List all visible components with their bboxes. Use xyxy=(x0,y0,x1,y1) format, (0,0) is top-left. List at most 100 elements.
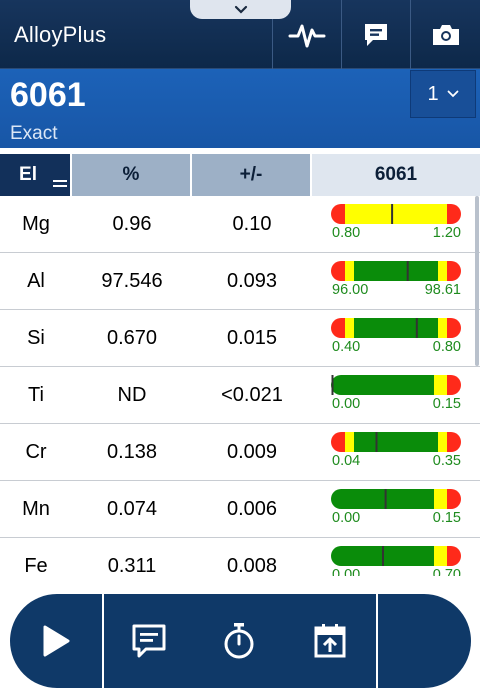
element-error: 0.015 xyxy=(226,326,278,349)
table-row[interactable]: Cr 0.138 0.009 0.04 0.35 xyxy=(0,424,480,481)
gauge-high-yellow xyxy=(434,375,447,395)
gauge-in-spec xyxy=(354,432,438,452)
element-percent: 0.96 xyxy=(112,212,152,235)
element-error: 0.093 xyxy=(226,269,278,292)
alloy-match-banner: 6061 Exact 1 xyxy=(0,69,480,148)
spectrum-icon xyxy=(288,24,325,47)
gauge-high-red xyxy=(447,489,461,509)
sort-menu-icon[interactable] xyxy=(53,180,67,190)
column-header-percent: % xyxy=(122,164,140,185)
element-symbol: Si xyxy=(27,326,45,349)
expand-chevron-icon xyxy=(234,5,247,14)
element-error: 0.006 xyxy=(226,497,278,520)
spec-min-label: 96.00 xyxy=(332,282,369,298)
table-row[interactable]: Si 0.670 0.015 0.40 0.80 xyxy=(0,310,480,367)
spec-range-gauge xyxy=(331,318,461,338)
spec-max-label: 1.20 xyxy=(432,225,461,241)
gauge-high-red xyxy=(447,204,461,224)
element-percent: ND xyxy=(117,383,147,406)
spec-min-label: 0.00 xyxy=(332,396,361,412)
gauge-low-yellow xyxy=(345,261,354,281)
spec-min-label: 0.04 xyxy=(332,453,361,469)
element-symbol: Ti xyxy=(28,383,44,406)
element-symbol: Fe xyxy=(24,554,48,577)
table-row[interactable]: Fe 0.311 0.008 0.00 0.70 xyxy=(0,538,480,576)
message-icon xyxy=(364,23,387,46)
element-percent: 0.074 xyxy=(106,497,158,520)
spec-min-label: 0.00 xyxy=(332,567,361,576)
camera-button[interactable] xyxy=(410,0,480,69)
gauge-in-spec xyxy=(331,375,434,395)
table-header: El % +/- 6061 xyxy=(0,154,480,196)
match-selector[interactable]: 1 xyxy=(410,70,476,118)
element-symbol: Al xyxy=(27,269,45,292)
gauge-in-spec xyxy=(354,318,438,338)
element-percent: 0.138 xyxy=(106,440,158,463)
gauge-high-yellow xyxy=(438,318,447,338)
gauge-low-red xyxy=(331,318,345,338)
element-percent: 0.311 xyxy=(107,554,157,577)
element-symbol: Cr xyxy=(25,440,47,463)
spec-range-gauge xyxy=(331,546,461,566)
element-percent: 97.546 xyxy=(101,269,163,292)
element-error: 0.008 xyxy=(226,554,278,577)
table-row[interactable]: Al 97.546 0.093 96.00 98.61 xyxy=(0,253,480,310)
gauge-high-red xyxy=(447,261,461,281)
schedule-upload-button[interactable] xyxy=(284,594,376,688)
divider xyxy=(376,594,378,688)
comment-button[interactable] xyxy=(104,594,194,688)
gauge-in-spec xyxy=(331,489,434,509)
column-header-error: +/- xyxy=(239,164,263,185)
scrollbar[interactable] xyxy=(475,196,479,366)
match-quality: Exact xyxy=(10,123,58,144)
element-table[interactable]: Mg 0.96 0.10 0.80 1.20 Al 97.546 0.093 96.00 98.6… xyxy=(0,196,480,576)
table-row[interactable]: Mg 0.96 0.10 0.80 1.20 xyxy=(0,196,480,253)
element-error: <0.021 xyxy=(221,383,283,406)
spec-max-label: 0.35 xyxy=(432,453,461,469)
timer-icon xyxy=(224,623,254,659)
message-button[interactable] xyxy=(341,0,409,69)
spec-max-label: 98.61 xyxy=(424,282,461,298)
table-row[interactable]: Ti ND <0.021 0.00 0.15 xyxy=(0,367,480,424)
gauge-low-yellow xyxy=(345,318,354,338)
gauge-high-yellow xyxy=(438,204,447,224)
element-symbol: Mn xyxy=(22,497,50,520)
column-header-element-label: El xyxy=(19,164,37,185)
spec-range-gauge xyxy=(331,261,461,281)
spec-min-label: 0.00 xyxy=(332,510,361,526)
gauge-high-yellow xyxy=(434,489,447,509)
expand-panel-tab[interactable] xyxy=(190,0,291,19)
gauge-low-red xyxy=(331,432,345,452)
spec-max-label: 0.80 xyxy=(432,339,461,355)
element-symbol: Mg xyxy=(22,212,50,235)
gauge-low-red xyxy=(331,204,345,224)
spec-range-gauge xyxy=(331,489,461,509)
camera-icon xyxy=(432,24,459,45)
element-error: 0.10 xyxy=(232,212,272,235)
gauge-high-red xyxy=(447,318,461,338)
comment-icon xyxy=(132,624,166,658)
spec-min-label: 0.80 xyxy=(332,225,361,241)
gauge-high-yellow xyxy=(434,546,447,566)
gauge-in-spec xyxy=(354,261,438,281)
spec-max-label: 0.15 xyxy=(432,510,461,526)
spec-min-label: 0.40 xyxy=(332,339,361,355)
alloy-name: 6061 xyxy=(10,76,86,114)
spec-max-label: 0.15 xyxy=(432,396,461,412)
column-header-alloy: 6061 xyxy=(312,154,480,196)
bottom-action-bar xyxy=(10,594,471,688)
gauge-in-spec xyxy=(354,204,438,224)
calendar-upload-icon xyxy=(314,624,346,658)
top-bar: AlloyPlus xyxy=(0,0,480,69)
element-error: 0.009 xyxy=(226,440,278,463)
play-icon xyxy=(43,625,70,657)
gauge-high-red xyxy=(447,432,461,452)
table-row[interactable]: Mn 0.074 0.006 0.00 0.15 xyxy=(0,481,480,538)
spec-range-gauge xyxy=(331,432,461,452)
chevron-down-icon xyxy=(447,90,458,98)
spec-max-label: 0.70 xyxy=(432,567,461,576)
gauge-high-yellow xyxy=(438,432,447,452)
timer-button[interactable] xyxy=(194,594,284,688)
gauge-high-red xyxy=(447,546,461,566)
start-test-button[interactable] xyxy=(10,594,102,688)
